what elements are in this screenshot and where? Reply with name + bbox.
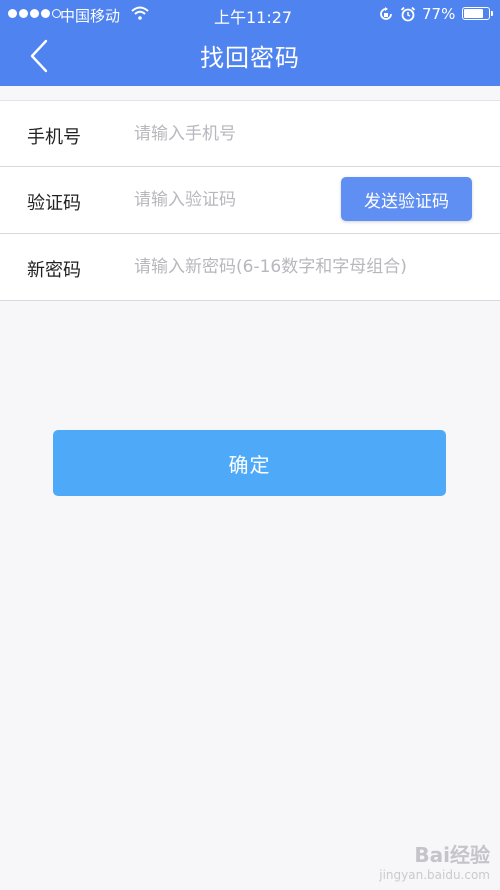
password-label: 新密码 [27, 260, 81, 281]
confirm-button[interactable]: 确定 [53, 430, 446, 496]
battery-percent: 77% [422, 5, 456, 23]
send-code-button[interactable]: 发送验证码 [341, 177, 472, 221]
alarm-icon [400, 6, 416, 22]
password-row: 新密码 [0, 234, 500, 301]
watermark-url: jingyan.baidu.com [379, 868, 490, 882]
header: 中国移动 上午11:27 77% 找回密码 [0, 0, 500, 86]
status-bar: 中国移动 上午11:27 77% [0, 0, 500, 28]
phone-input[interactable] [134, 117, 464, 151]
wifi-icon [131, 6, 149, 20]
rotation-lock-icon [380, 7, 392, 20]
status-time: 上午11:27 [214, 8, 293, 27]
reset-password-form: 手机号 验证码 发送验证码 新密码 [0, 100, 500, 301]
watermark-logo: Bai经验 [414, 843, 490, 867]
phone-row: 手机号 [0, 100, 500, 167]
new-password-input[interactable] [134, 250, 464, 284]
code-label: 验证码 [27, 193, 81, 214]
battery-icon [462, 7, 493, 20]
carrier-name: 中国移动 [60, 7, 121, 25]
code-input[interactable] [134, 183, 334, 217]
watermark: Bai经验 jingyan.baidu.com [379, 839, 490, 882]
signal-icon [8, 9, 61, 18]
page-title: 找回密码 [200, 44, 300, 72]
phone-label: 手机号 [27, 127, 81, 148]
code-row: 验证码 发送验证码 [0, 167, 500, 234]
